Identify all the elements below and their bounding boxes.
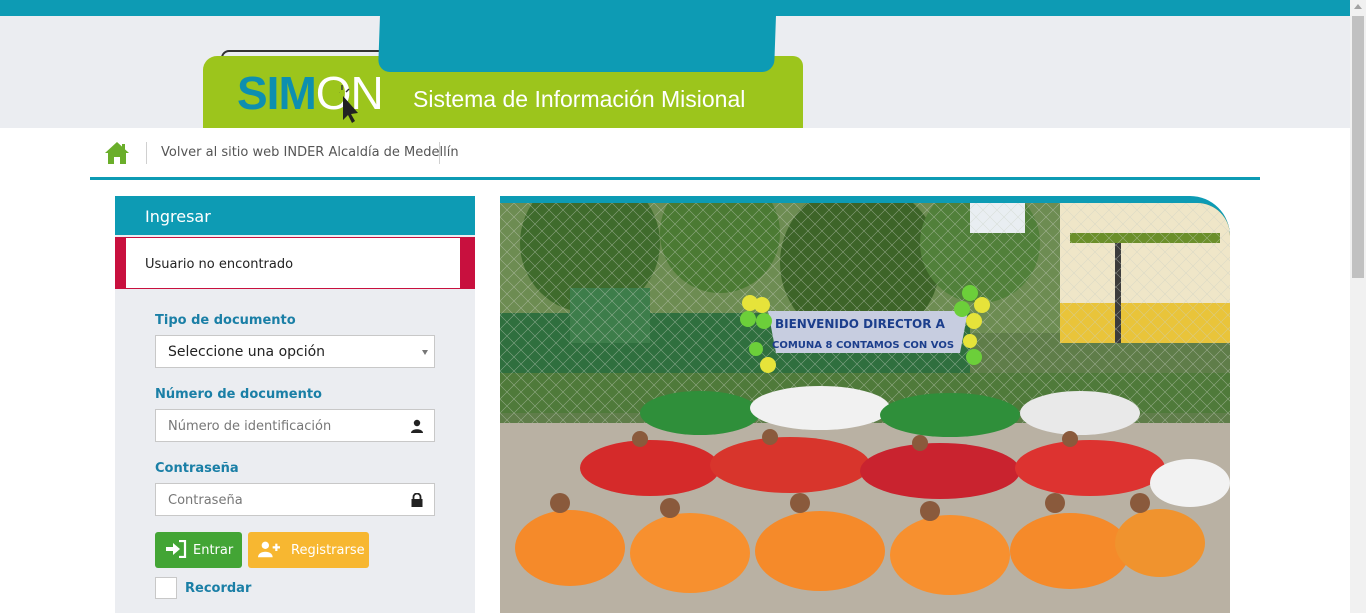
add-user-icon — [258, 541, 280, 558]
back-to-site-link[interactable]: Volver al sitio web INDER Alcaldía de Me… — [161, 145, 459, 160]
nav-divider — [439, 142, 440, 164]
user-icon — [411, 419, 423, 433]
remember-label[interactable]: Recordar — [185, 581, 251, 596]
banner-line-2: COMUNA 8 CONTAMOS CON VOS — [772, 340, 954, 351]
page: SIMON Sistema de Información Misional Vo… — [0, 0, 1366, 613]
lock-icon — [411, 493, 423, 507]
enter-button[interactable]: Entrar — [155, 532, 242, 568]
register-button[interactable]: Registrarse — [248, 532, 369, 568]
password-input[interactable]: Contraseña — [155, 483, 435, 516]
register-button-label: Registrarse — [291, 543, 365, 558]
top-bar — [0, 0, 1350, 16]
nav-divider — [146, 142, 147, 164]
scrollbar[interactable] — [1350, 0, 1366, 613]
banner-line-1: BIENVENIDO DIRECTOR A — [775, 317, 946, 331]
sign-in-icon — [166, 540, 187, 558]
scroll-up-icon[interactable] — [1354, 4, 1362, 9]
logo-text-sim: SIM — [237, 67, 317, 119]
doc-type-label: Tipo de documento — [155, 313, 296, 328]
hero-photo-frame: BIENVENIDO DIRECTOR A COMUNA 8 CONTAMOS … — [500, 196, 1230, 613]
chevron-down-icon — [422, 350, 428, 355]
doc-number-input[interactable]: Número de identificación — [155, 409, 435, 442]
error-alert: Usuario no encontrado — [115, 237, 475, 289]
password-label: Contraseña — [155, 461, 239, 476]
login-panel: Ingresar Usuario no encontrado Tipo de d… — [115, 196, 475, 613]
doc-number-placeholder: Número de identificación — [168, 419, 332, 434]
simon-logo[interactable]: SIMON Sistema de Información Misional — [203, 16, 803, 128]
doc-type-select[interactable]: Seleccione una opción — [155, 335, 435, 368]
doc-number-label: Número de documento — [155, 387, 322, 402]
nav-bar: Volver al sitio web INDER Alcaldía de Me… — [90, 128, 1260, 180]
remember-checkbox[interactable] — [155, 577, 177, 599]
password-placeholder: Contraseña — [168, 493, 243, 508]
enter-button-label: Entrar — [193, 543, 234, 558]
hero-photo: BIENVENIDO DIRECTOR A COMUNA 8 CONTAMOS … — [500, 203, 1230, 613]
logo-teal-tab — [378, 16, 776, 72]
logo-tagline: Sistema de Información Misional — [413, 86, 746, 112]
cursor-icon — [339, 85, 358, 123]
scrollbar-thumb[interactable] — [1352, 16, 1364, 278]
home-icon[interactable] — [104, 141, 130, 165]
group-photo-illustration: BIENVENIDO DIRECTOR A COMUNA 8 CONTAMOS … — [500, 203, 1230, 613]
login-title: Ingresar — [115, 196, 475, 235]
doc-type-value: Seleccione una opción — [168, 344, 326, 360]
